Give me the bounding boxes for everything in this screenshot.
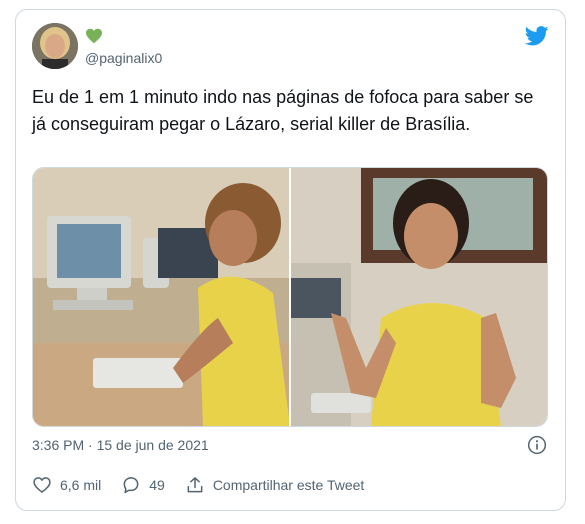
like-button[interactable]: 6,6 mil [32,475,101,495]
green-heart-icon [86,28,102,44]
tweet-timestamp[interactable]: 3:36 PM · 15 de jun de 2021 [32,437,209,453]
tweet-media[interactable] [32,167,548,427]
info-icon[interactable] [527,435,547,455]
like-count: 6,6 mil [60,477,102,493]
avatar[interactable] [32,23,78,69]
share-button[interactable]: Compartilhar este Tweet [185,475,364,495]
photo-left[interactable] [33,168,289,426]
tweet-card[interactable]: @paginalix0 Eu de 1 em 1 minuto indo nas… [15,9,566,511]
share-upload-icon [187,477,203,493]
reply-button[interactable]: 49 [121,475,165,495]
tweet-text: Eu de 1 em 1 minuto indo nas páginas de … [32,87,534,134]
speech-bubble-icon [123,477,139,494]
heart-outline-icon [33,477,51,493]
twitter-bird-icon[interactable] [525,26,549,46]
user-handle[interactable]: @paginalix0 [85,50,162,66]
reply-count: 49 [149,477,165,493]
photo-right[interactable] [291,168,547,426]
tweet-actions: 6,6 mil 49 Compartilhar este Tweet [32,475,384,495]
share-label: Compartilhar este Tweet [212,477,365,493]
